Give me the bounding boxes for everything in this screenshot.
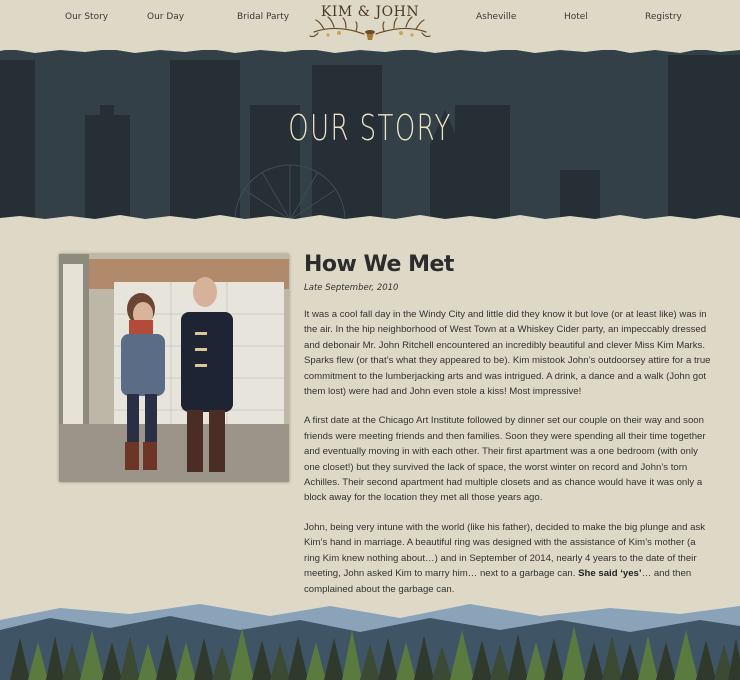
hero-banner: OUR STORY <box>0 50 740 220</box>
hero-bottom-edge <box>0 215 740 225</box>
hero-title: OUR STORY <box>288 108 452 149</box>
paragraph-1: It was a cool fall day in the Windy City… <box>304 309 711 398</box>
site-logo[interactable]: KIM & JOHN <box>306 2 434 46</box>
mountain-forest-footer <box>0 604 740 680</box>
top-nav: Our Story Our Day Bridal Party KIM & JOH… <box>0 0 740 50</box>
couple-photo <box>59 254 289 482</box>
article-date: Late September, 2010 <box>304 283 399 293</box>
paragraph-3-bold: She said ‘yes’ <box>578 568 642 580</box>
nav-link-registry[interactable]: Registry <box>645 12 682 22</box>
paragraph-3: John, being very intune with the world (… <box>304 520 714 597</box>
hero-top-edge <box>0 44 740 53</box>
nav-link-our-day[interactable]: Our Day <box>147 12 184 22</box>
nav-link-asheville[interactable]: Asheville <box>476 12 516 22</box>
paragraph-2: A first date at the Chicago Art Institut… <box>304 415 706 504</box>
logo-text: KIM & JOHN <box>320 4 420 20</box>
nav-link-bridal-party[interactable]: Bridal Party <box>237 12 289 22</box>
story-article: How We Met Late September, 2010 It was a… <box>304 252 714 597</box>
article-heading: How We Met <box>304 252 454 277</box>
nav-link-our-story[interactable]: Our Story <box>65 12 108 22</box>
nav-link-hotel[interactable]: Hotel <box>564 12 588 22</box>
